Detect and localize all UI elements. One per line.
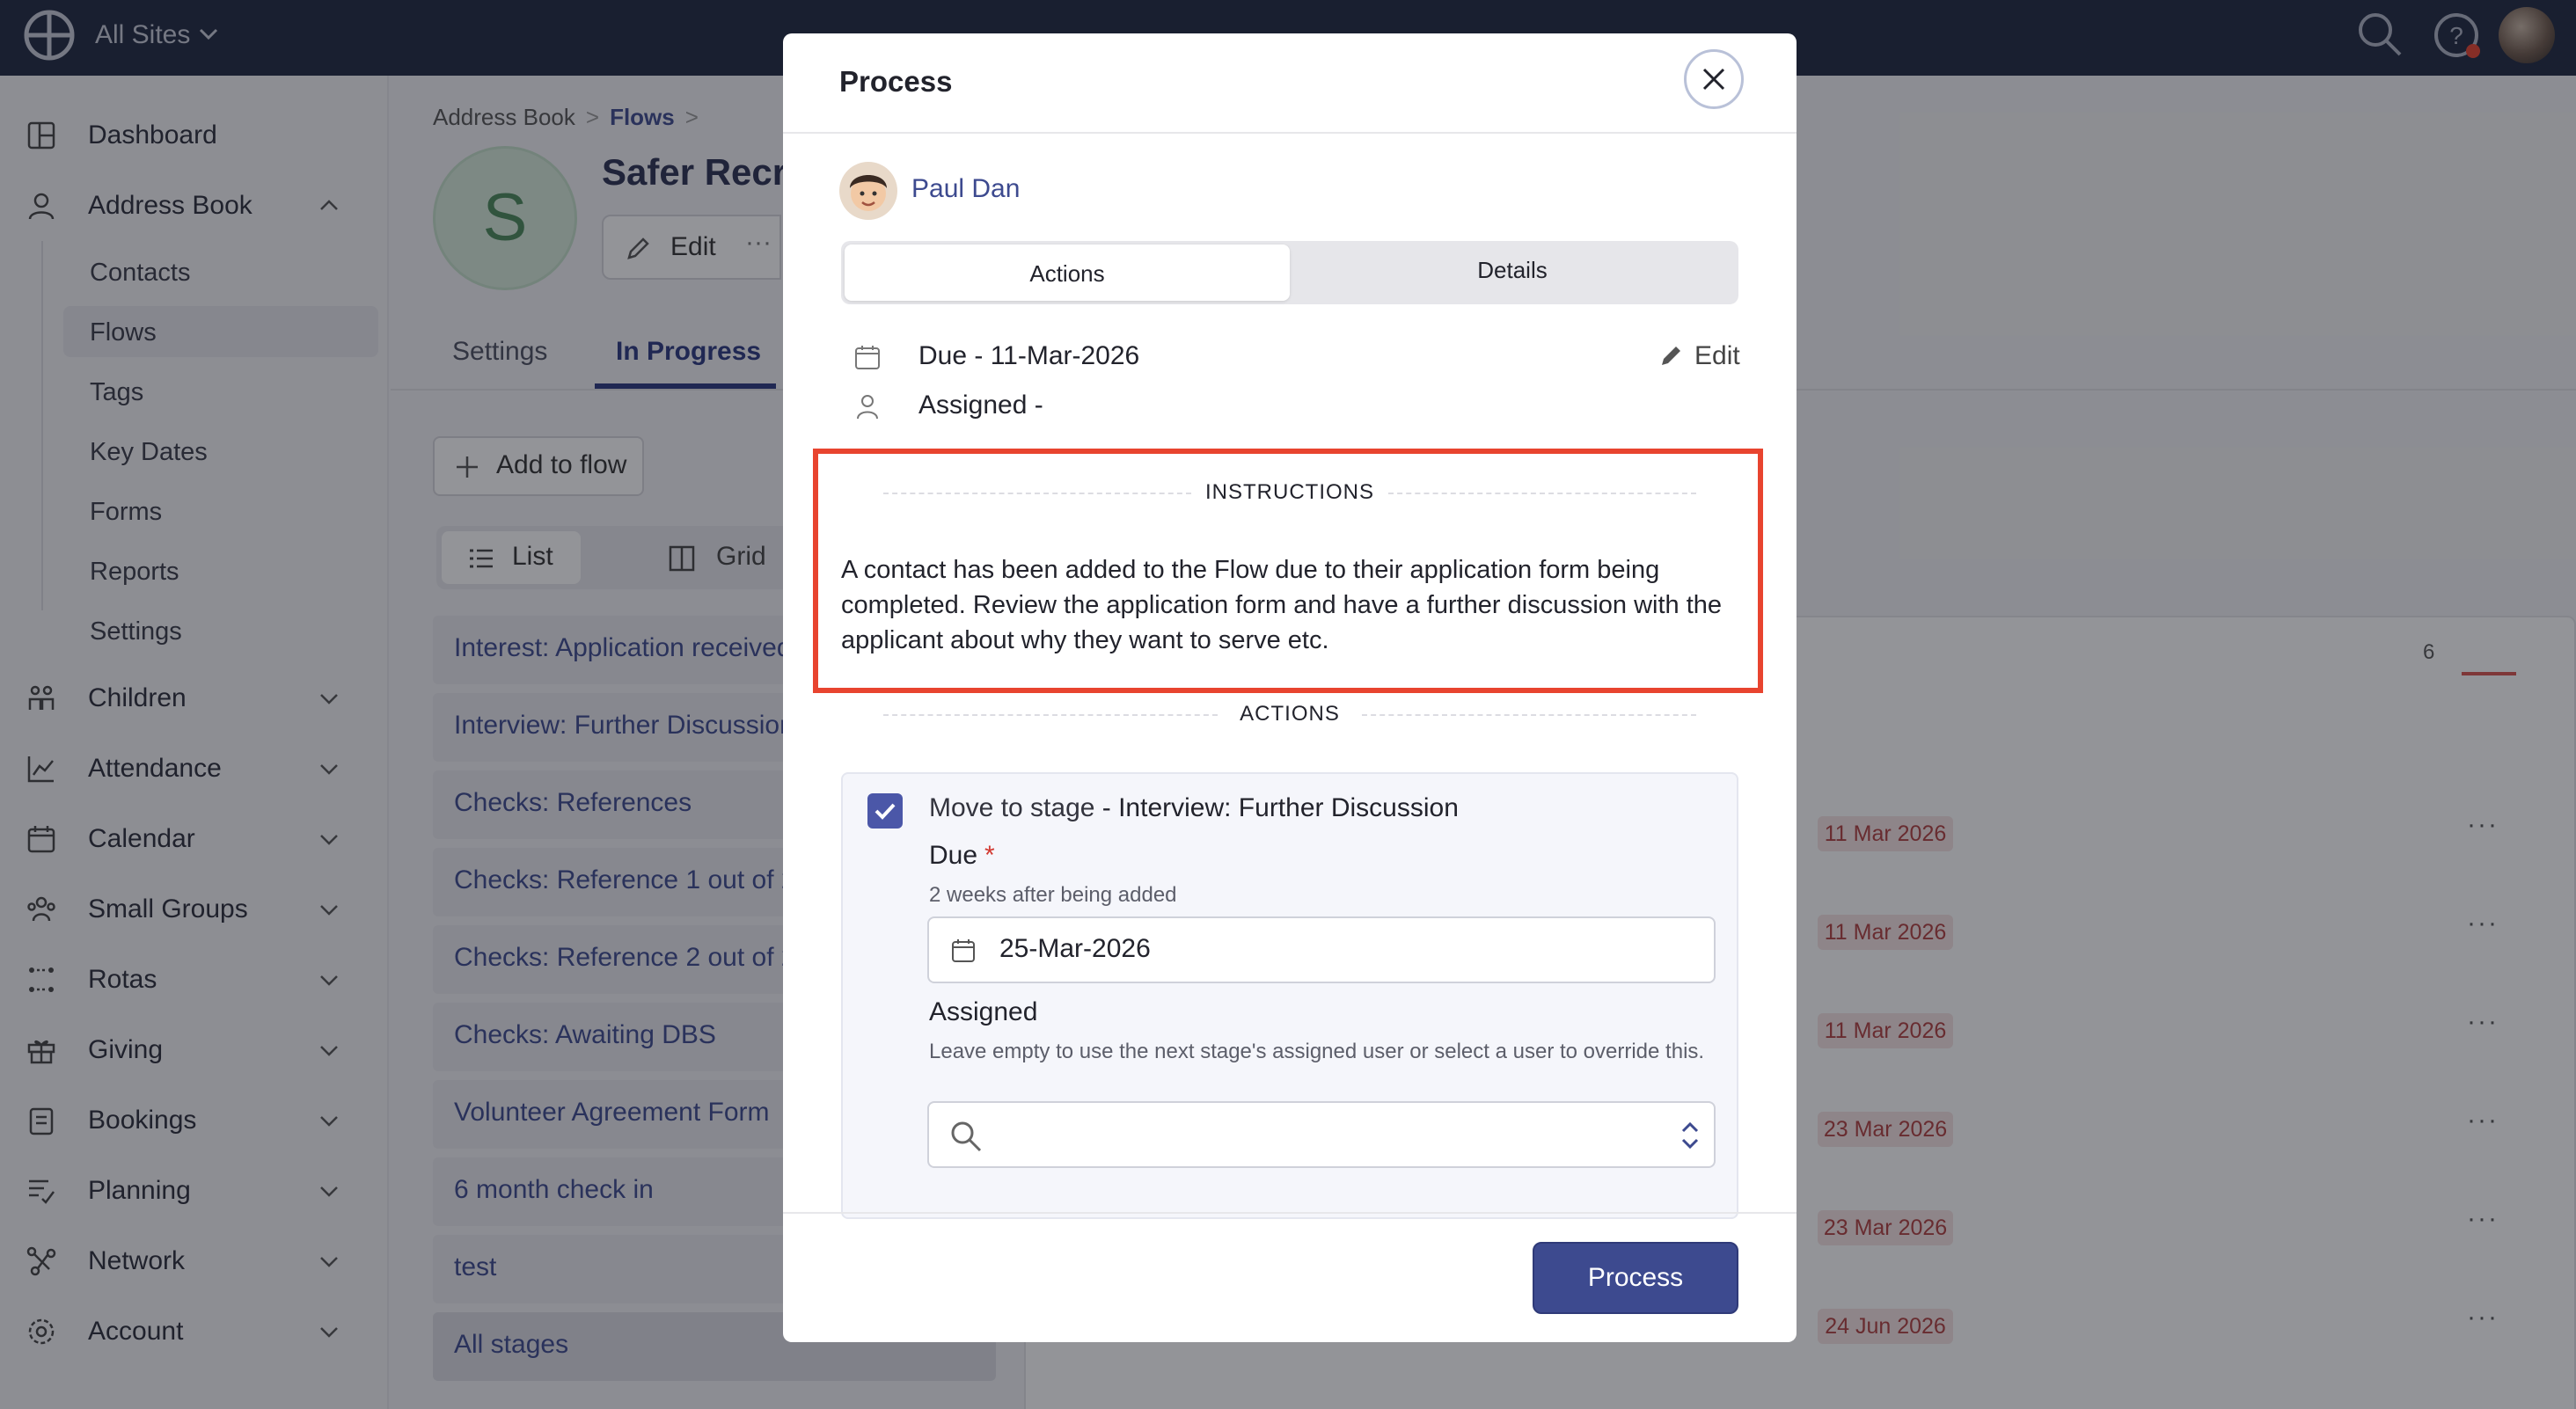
due-date-field[interactable]: 25-Mar-2026 <box>927 916 1716 983</box>
calendar-icon <box>855 346 880 369</box>
close-button[interactable] <box>1684 49 1744 109</box>
action-card: Move to stage - Interview: Further Discu… <box>841 772 1738 1219</box>
edit-due-button[interactable]: Edit <box>1659 341 1740 371</box>
modal-tabs: Actions Details <box>841 241 1738 304</box>
calendar-icon <box>952 939 975 962</box>
divider-line <box>1388 493 1696 494</box>
process-button[interactable]: Process <box>1533 1242 1738 1314</box>
required-mark: * <box>984 841 995 870</box>
move-stage-checkbox[interactable] <box>867 793 903 829</box>
person-icon <box>857 395 878 420</box>
assigned-label: Assigned <box>929 997 1038 1026</box>
contact-name-link[interactable]: Paul Dan <box>911 174 1020 204</box>
due-help: 2 weeks after being added <box>929 883 1177 907</box>
tab-details[interactable]: Details <box>1290 257 1735 284</box>
divider-line <box>883 714 1218 716</box>
due-label: Due * <box>929 841 995 870</box>
modal-header-divider <box>783 132 1797 134</box>
modal-title: Process <box>839 65 953 98</box>
actions-heading: ACTIONS <box>1240 702 1340 726</box>
due-date-text: Due - 11-Mar-2026 <box>918 341 1140 370</box>
instructions-heading: INSTRUCTIONS <box>1205 480 1374 504</box>
divider-line <box>1362 714 1696 716</box>
assigned-text: Assigned - <box>918 391 1043 420</box>
checkmark-icon <box>875 803 896 820</box>
tab-actions[interactable]: Actions <box>845 245 1290 301</box>
process-modal: Process Paul Dan Actions Details Due - 1… <box>783 33 1797 1342</box>
assigned-help: Leave empty to use the next stage's assi… <box>929 1040 1705 1063</box>
instructions-text: A contact has been added to the Flow due… <box>841 556 1723 654</box>
pencil-icon <box>1662 347 1680 365</box>
close-icon <box>1702 68 1725 91</box>
action-stage: - Interview: Further Discussion <box>1094 793 1459 822</box>
chevron-updown-icon <box>1681 1121 1699 1150</box>
search-icon <box>951 1121 982 1152</box>
due-date-value: 25-Mar-2026 <box>999 934 1151 963</box>
assigned-user-select[interactable] <box>927 1101 1716 1168</box>
action-title: Move to stage - Interview: Further Discu… <box>929 793 1459 822</box>
modal-footer-divider <box>783 1212 1797 1214</box>
contact-avatar[interactable] <box>839 162 897 220</box>
divider-line <box>883 493 1191 494</box>
